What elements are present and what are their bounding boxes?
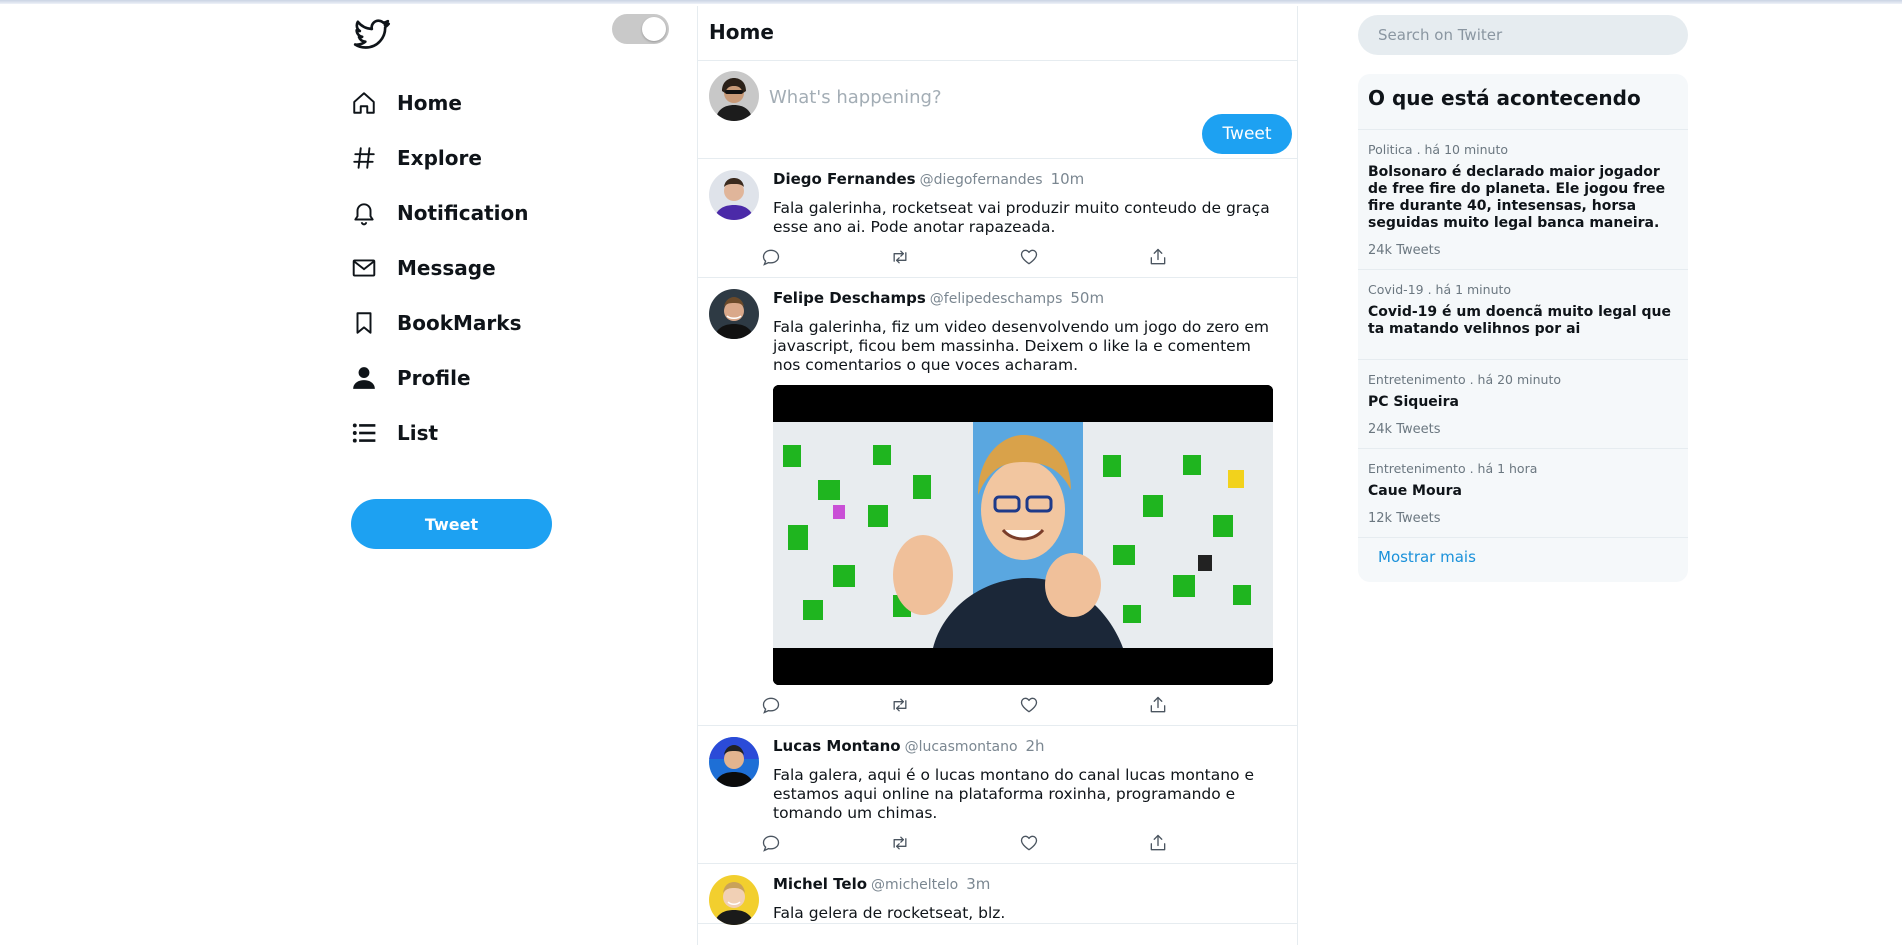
nav-label-profile: Profile <box>397 365 471 390</box>
author-name[interactable]: Michel Telo <box>773 875 867 893</box>
trend-category: Politica . há 10 minuto <box>1368 142 1508 157</box>
trend-category: Entretenimento . há 1 hora <box>1368 461 1538 476</box>
nav-item-explore[interactable]: Explore <box>351 130 651 185</box>
avatar[interactable] <box>709 289 759 339</box>
trend-item[interactable]: Politica . há 10 minuto Bolsonaro é decl… <box>1358 130 1688 270</box>
nav-label-list: List <box>397 420 439 445</box>
post-time: 10m <box>1050 170 1085 188</box>
tweet-button[interactable]: Tweet <box>351 499 552 549</box>
author-name[interactable]: Lucas Montano <box>773 737 901 755</box>
author-handle[interactable]: @diegofernandes <box>920 172 1043 188</box>
tweet-post: Lucas Montano @lucasmontano 2h Fala galera… <box>698 726 1297 864</box>
author-name[interactable]: Felipe Deschamps <box>773 289 926 307</box>
trends-panel: O que está acontecendo Politica . há 10 … <box>1358 74 1688 582</box>
nav-label-home: Home <box>397 90 462 115</box>
trend-category: Entretenimento . há 20 minuto <box>1368 372 1561 387</box>
whats-happening-input[interactable] <box>769 81 1269 113</box>
retweet-icon[interactable] <box>890 690 1019 720</box>
nav-item-notification[interactable]: Notification <box>351 185 651 240</box>
nav-item-bookmarks[interactable]: BookMarks <box>351 295 651 350</box>
author-handle[interactable]: @felipedeschamps <box>930 291 1063 307</box>
post-text: Fala galerinha, fiz um video desenvolven… <box>773 318 1269 374</box>
page-title: Home <box>709 20 774 44</box>
trend-item[interactable]: Entretenimento . há 1 hora Caue Moura 12… <box>1358 449 1688 538</box>
post-text: Fala gelera de rocketseat, blz. <box>773 904 1006 922</box>
trend-count: 24k Tweets <box>1368 243 1441 258</box>
like-icon[interactable] <box>1019 242 1148 272</box>
post-time: 50m <box>1070 289 1105 307</box>
retweet-icon[interactable] <box>890 828 1019 858</box>
nav-item-profile[interactable]: Profile <box>351 350 651 405</box>
post-time: 3m <box>966 875 991 893</box>
share-icon[interactable] <box>1148 690 1277 720</box>
tweet-composer: Tweet <box>698 61 1297 159</box>
author-handle[interactable]: @lucasmontano <box>905 739 1018 755</box>
avatar[interactable] <box>709 875 759 925</box>
trends-title: O que está acontecendo <box>1358 74 1688 130</box>
avatar[interactable] <box>709 170 759 220</box>
share-icon[interactable] <box>1148 242 1277 272</box>
nav-item-message[interactable]: Message <box>351 240 651 295</box>
trend-title: PC Siqueira <box>1368 394 1459 410</box>
post-text: Fala galerinha, rocketseat vai produzir … <box>773 199 1270 236</box>
post-time: 2h <box>1025 737 1045 755</box>
dark-mode-toggle[interactable] <box>612 14 669 44</box>
nav-label-message: Message <box>397 255 496 280</box>
nav-item-list[interactable]: List <box>351 405 651 460</box>
avatar[interactable] <box>709 71 759 121</box>
search-input[interactable] <box>1358 15 1688 55</box>
tweet-post: Michel Telo @micheltelo 3m Fala gelera de … <box>698 864 1297 925</box>
share-icon[interactable] <box>1148 828 1277 858</box>
compose-tweet-button[interactable]: Tweet <box>1202 114 1292 154</box>
post-text: Fala galera, aqui é o lucas montano do c… <box>773 766 1254 822</box>
reply-icon[interactable] <box>761 242 890 272</box>
user-icon <box>351 364 397 392</box>
post-actions <box>761 823 1277 863</box>
hashtag-icon <box>351 144 397 172</box>
like-icon[interactable] <box>1019 828 1148 858</box>
left-sidebar: Home Explore Notification Message BookMa… <box>351 0 671 945</box>
browser-top-border <box>0 0 1902 4</box>
main-nav: Home Explore Notification Message BookMa… <box>351 75 651 460</box>
twitter-bird-icon[interactable] <box>351 14 393 54</box>
nav-label-notification: Notification <box>397 200 529 225</box>
nav-item-home[interactable]: Home <box>351 75 651 130</box>
bookmark-icon <box>351 309 397 337</box>
toggle-knob <box>642 17 666 41</box>
like-icon[interactable] <box>1019 690 1148 720</box>
post-video-thumbnail[interactable] <box>773 385 1273 685</box>
trend-title: Covid-19 é um doencã muito legal que ta … <box>1368 304 1671 337</box>
post-actions <box>761 685 1277 725</box>
trend-item[interactable]: Covid-19 . há 1 minuto Covid-19 é um doe… <box>1358 270 1688 360</box>
trend-category: Covid-19 . há 1 minuto <box>1368 282 1512 297</box>
reply-icon[interactable] <box>761 828 890 858</box>
trend-title: Bolsonaro é declarado maior jogador de f… <box>1368 164 1666 231</box>
nav-label-explore: Explore <box>397 145 482 170</box>
feed-header: Home <box>698 6 1297 61</box>
reply-icon[interactable] <box>761 690 890 720</box>
nav-label-bookmarks: BookMarks <box>397 310 522 335</box>
bell-icon <box>351 199 397 227</box>
trend-title: Caue Moura <box>1368 483 1462 499</box>
trend-count <box>1368 349 1678 359</box>
home-feed: Home Tweet Diego Fernandes@diegofernande… <box>697 6 1298 945</box>
tweet-post: Diego Fernandes @diegofernandes 10m Fala g… <box>698 159 1297 278</box>
tweet-post: Felipe Deschamps @felipedeschamps 50m Fala… <box>698 278 1297 726</box>
trend-item[interactable]: Entretenimento . há 20 minuto PC Siqueir… <box>1358 360 1688 449</box>
trend-count: 12k Tweets <box>1368 511 1441 526</box>
author-name[interactable]: Diego Fernandes <box>773 170 916 188</box>
retweet-icon[interactable] <box>890 242 1019 272</box>
avatar[interactable] <box>709 737 759 787</box>
show-more-link[interactable]: Mostrar mais <box>1358 538 1688 576</box>
home-icon <box>351 89 397 117</box>
mail-icon <box>351 254 397 282</box>
list-icon <box>351 419 397 447</box>
trend-count: 24k Tweets <box>1368 422 1441 437</box>
author-handle[interactable]: @micheltelo <box>871 877 958 893</box>
post-actions <box>761 237 1277 277</box>
